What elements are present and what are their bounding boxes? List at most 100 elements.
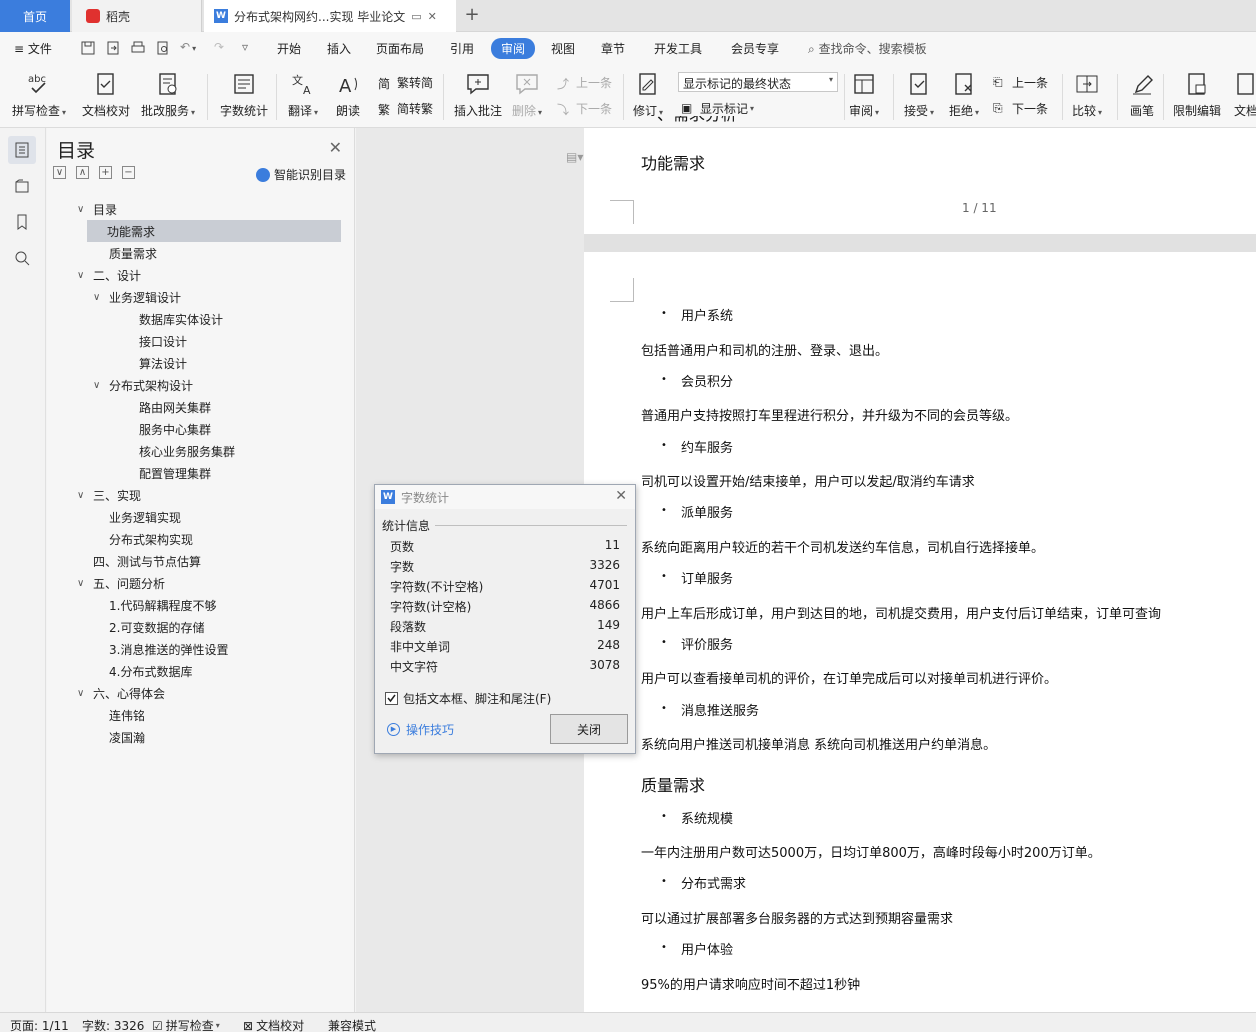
tab-daoke[interactable]: 稻壳 [72, 0, 202, 32]
save-icon[interactable] [80, 40, 96, 56]
print-icon[interactable] [130, 40, 146, 56]
document-page-2[interactable] [584, 252, 1256, 1012]
menu-member[interactable]: 会员专享 [731, 40, 779, 57]
chevron-down-icon[interactable]: ∨ [77, 688, 89, 699]
dialog-title-bar[interactable]: W 字数统计 [375, 485, 635, 509]
read-aloud-button[interactable]: A 朗读 [334, 70, 362, 119]
compare-button[interactable]: 比较 ▾ [1072, 70, 1102, 119]
next-comment-button[interactable]: ⤵ 下一条 [557, 100, 612, 117]
page-options-icon[interactable]: ▤▾ [566, 150, 583, 164]
toc-item[interactable]: 3.消息推送的弹性设置 [93, 638, 228, 660]
markup-state-select[interactable]: 显示标记的最终状态 ▾ [678, 72, 838, 92]
toc-item[interactable]: ∨ 三、实现 [77, 484, 141, 506]
menu-view[interactable]: 视图 [551, 40, 575, 57]
undo-button[interactable]: ↶ ▾ [180, 40, 196, 54]
status-words[interactable]: 字数: 3326 [82, 1017, 144, 1032]
toc-rail-button[interactable] [8, 136, 36, 164]
print-preview-icon[interactable] [155, 40, 171, 56]
menu-chapter[interactable]: 章节 [601, 40, 625, 57]
menu-insert[interactable]: 插入 [327, 40, 351, 57]
menu-review[interactable]: 审阅 [491, 38, 536, 59]
toc-item[interactable]: 2.可变数据的存储 [93, 616, 204, 638]
batch-service-button[interactable]: 批改服务 ▾ [141, 70, 195, 119]
toc-item[interactable]: 凌国瀚 [93, 726, 145, 748]
close-tab-icon[interactable]: ✕ [428, 10, 437, 23]
menu-start[interactable]: 开始 [277, 40, 301, 57]
insert-comment-button[interactable]: 插入批注 [454, 70, 502, 119]
include-textbox-checkbox[interactable]: 包括文本框、脚注和尾注(F) [385, 690, 551, 707]
chevron-down-icon[interactable]: ∨ [77, 270, 89, 281]
close-button[interactable]: 关闭 [550, 714, 628, 744]
tab-home[interactable]: 首页 [0, 0, 70, 32]
toc-item[interactable]: 配置管理集群 [123, 462, 211, 484]
toc-item[interactable]: 连伟铭 [93, 704, 145, 726]
next-revision-button[interactable]: ⎘ 下一条 [993, 100, 1048, 117]
simp-to-trad-button[interactable]: 繁简转繁 [378, 100, 433, 117]
chevron-down-icon[interactable]: ∨ [77, 578, 89, 589]
export-icon[interactable] [105, 40, 121, 56]
reject-button[interactable]: 拒绝 ▾ [949, 70, 979, 119]
quick-access-more-icon[interactable]: ▿ [242, 40, 248, 54]
toc-item[interactable]: ∨ 六、心得体会 [77, 682, 165, 704]
toc-item[interactable]: 1.代码解耦程度不够 [93, 594, 216, 616]
prev-revision-button[interactable]: ⎗ 上一条 [993, 74, 1048, 91]
status-doc-check[interactable]: ⊠ 文档校对 [243, 1017, 304, 1032]
toc-item[interactable]: ∨ 目录 [77, 198, 117, 220]
toc-item[interactable]: 路由网关集群 [123, 396, 211, 418]
word-count-button[interactable]: 字数统计 [220, 70, 268, 119]
chevron-down-icon[interactable]: ∨ [93, 292, 105, 303]
collapse-all-icon[interactable]: ∧ [76, 166, 89, 179]
menu-reference[interactable]: 引用 [450, 40, 474, 57]
monitor-icon[interactable]: ▭ [411, 10, 421, 23]
toc-item[interactable]: 质量需求 [93, 242, 157, 264]
toc-item[interactable]: 核心业务服务集群 [123, 440, 235, 462]
smart-toc-button[interactable]: 智能识别目录 [255, 166, 346, 183]
delete-comment-button[interactable]: 删除 ▾ [512, 70, 542, 119]
remove-level-icon[interactable]: − [122, 166, 135, 179]
file-menu[interactable]: ≡ 文件 [14, 40, 52, 57]
chevron-down-icon[interactable]: ∨ [93, 380, 105, 391]
toc-item[interactable]: ∨ 二、设计 [77, 264, 141, 286]
chevron-down-icon[interactable]: ∨ [77, 490, 89, 501]
find-rail-button[interactable] [8, 244, 36, 272]
toc-item[interactable]: ∨ 五、问题分析 [77, 572, 165, 594]
bookmark-rail-button[interactable] [8, 208, 36, 236]
toc-item[interactable]: ∨ 业务逻辑设计 [93, 286, 181, 308]
add-level-icon[interactable]: + [99, 166, 112, 179]
chapter-rail-button[interactable] [8, 172, 36, 200]
command-search[interactable]: ⌕ 查找命令、搜索模板 [808, 40, 927, 57]
redo-button[interactable]: ↷ [214, 40, 224, 54]
tips-link[interactable]: ▶ 操作技巧 [387, 721, 454, 738]
translate-button[interactable]: 文A 翻译 ▾ [288, 70, 318, 119]
status-spell-check[interactable]: ☑ 拼写检查 ▾ [152, 1017, 220, 1032]
tab-document[interactable]: W 分布式架构网约...实现 毕业论文 ▭ ✕ [204, 0, 456, 32]
prev-comment-button[interactable]: ⤴ 上一条 [557, 74, 612, 91]
toc-item[interactable]: ∨ 分布式架构设计 [93, 374, 193, 396]
trad-to-simp-button[interactable]: 简繁转简 [378, 74, 433, 91]
doc-check-button[interactable]: 文档校对 [82, 70, 130, 119]
toc-item[interactable]: 算法设计 [123, 352, 187, 374]
toc-item[interactable]: 接口设计 [123, 330, 187, 352]
expand-all-icon[interactable]: ∨ [53, 166, 66, 179]
revise-button[interactable]: 修订 ▾ [633, 70, 663, 119]
toc-item[interactable]: 功能需求 [87, 220, 341, 242]
restrict-edit-button[interactable]: 限制编辑 [1173, 70, 1221, 119]
accept-button[interactable]: 接受 ▾ [904, 70, 934, 119]
toc-item[interactable]: 四、测试与节点估算 [77, 550, 201, 572]
toc-item[interactable]: 数据库实体设计 [123, 308, 223, 330]
toc-item[interactable]: 4.分布式数据库 [93, 660, 192, 682]
menu-page-layout[interactable]: 页面布局 [376, 40, 424, 57]
toc-item[interactable]: 业务逻辑实现 [93, 506, 181, 528]
menu-dev-tools[interactable]: 开发工具 [654, 40, 702, 57]
new-tab-button[interactable]: + [462, 4, 482, 26]
toc-item[interactable]: 分布式架构实现 [93, 528, 193, 550]
chevron-down-icon[interactable]: ∨ [77, 204, 89, 215]
pen-button[interactable]: 画笔 [1128, 70, 1156, 119]
toc-item[interactable]: 服务中心集群 [123, 418, 211, 440]
close-icon[interactable]: ✕ [329, 138, 342, 157]
status-page[interactable]: 页面: 1/11 [10, 1017, 69, 1032]
review-pane-button[interactable]: 审阅 ▾ [849, 70, 879, 119]
spell-check-button[interactable]: abc 拼写检查 ▾ [12, 70, 66, 119]
show-markup-button[interactable]: ▣ 显示标记 ▾ [681, 100, 754, 117]
document-page-1[interactable] [584, 128, 1256, 234]
